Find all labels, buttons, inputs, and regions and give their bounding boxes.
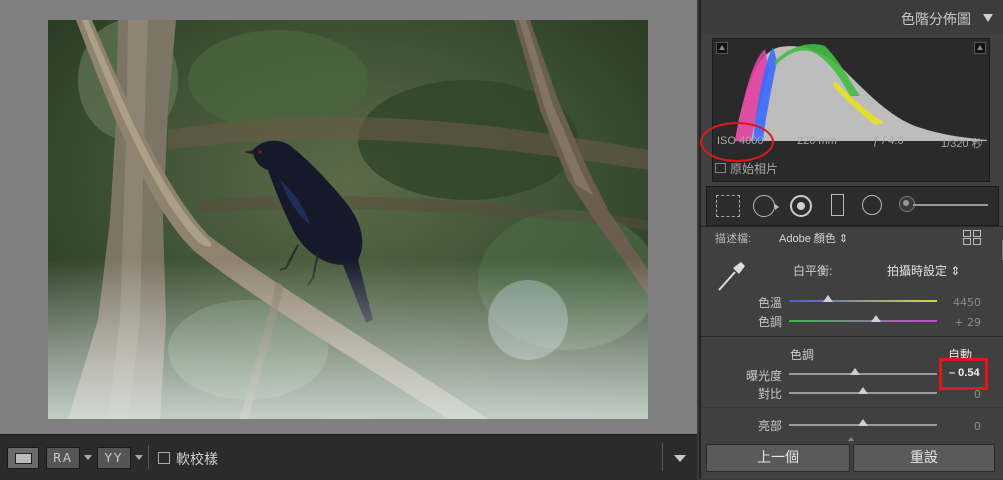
exposure-slider-thumb[interactable] [850, 368, 860, 375]
panel-divider [701, 226, 1003, 227]
panel-divider [701, 407, 1003, 408]
profile-label: 描述檔: [715, 233, 752, 245]
tint-slider-track[interactable] [789, 320, 937, 322]
loupe-view-button[interactable] [7, 447, 39, 469]
toolbar-separator [148, 445, 149, 469]
reset-button[interactable]: 重設 [853, 444, 995, 472]
spot-removal-arrow-icon [775, 204, 779, 210]
bird-photo[interactable] [48, 20, 648, 419]
shutter-readout: 1/320 秒 [941, 138, 983, 150]
exposure-label: 曝光度 [746, 369, 783, 383]
original-photo-checkbox[interactable] [715, 163, 726, 173]
exposure-value[interactable]: – 0.54 [949, 367, 980, 379]
profile-browser-grid-icon[interactable] [963, 230, 981, 245]
tone-label: 色調 [790, 348, 815, 362]
histogram[interactable]: ISO 4000 220 mm ƒ / 4.0 1/320 秒 原始相片 [700, 38, 990, 182]
white-balance-select[interactable]: 拍攝時設定 ⇕ [887, 262, 960, 279]
exposure-slider-track[interactable] [789, 373, 937, 375]
profile-select[interactable]: Adobe 顏色 ⇕ [779, 230, 848, 246]
photo-image [48, 20, 648, 419]
develop-panel: 色階分佈圖 ISO 4000 220 mm ƒ / 4.0 1/320 秒 原始… [699, 0, 1003, 479]
histogram-title: 色階分佈圖 [901, 11, 971, 27]
brush-size-slider[interactable] [913, 204, 988, 206]
highlights-label: 亮部 [758, 419, 783, 433]
yy-dropdown-icon[interactable] [135, 455, 143, 460]
crop-tool-icon[interactable] [716, 195, 740, 217]
before-after-dropdown-icon[interactable] [84, 455, 92, 460]
highlights-slider-thumb[interactable] [858, 419, 868, 426]
soft-proof-checkbox[interactable] [158, 452, 170, 464]
tool-strip [706, 186, 999, 226]
panel-bottom-handle-icon[interactable] [848, 437, 854, 441]
histogram-collapse-icon[interactable] [983, 14, 993, 22]
photo-viewer [0, 0, 697, 434]
temp-slider-track[interactable] [789, 300, 937, 302]
toolbar-separator-right [662, 443, 663, 471]
temp-label: 色溫 [758, 296, 783, 310]
histogram-header[interactable]: 色階分佈圖 [701, 0, 1003, 34]
white-balance-label: 白平衡: [793, 264, 833, 278]
highlights-value[interactable]: 0 [974, 420, 981, 433]
tint-slider-thumb[interactable] [871, 315, 881, 322]
spot-removal-tool-icon[interactable] [753, 195, 775, 217]
focal-length-readout: 220 mm [797, 135, 837, 147]
original-photo-label: 原始相片 [730, 162, 779, 176]
soft-proof-label: 軟校樣 [176, 451, 218, 467]
temp-value[interactable]: 4450 [953, 296, 981, 309]
panel-divider [701, 336, 1003, 337]
aperture-readout: ƒ / 4.0 [873, 135, 904, 147]
previous-button[interactable]: 上一個 [706, 444, 850, 472]
graduated-filter-tool-icon[interactable] [831, 194, 844, 216]
contrast-label: 對比 [758, 387, 783, 401]
red-eye-tool-icon[interactable] [790, 195, 812, 217]
before-after-yy-button[interactable]: YY [97, 447, 131, 469]
radial-filter-tool-icon[interactable] [862, 195, 882, 215]
tint-value[interactable]: + 29 [954, 316, 981, 329]
temp-slider-thumb[interactable] [823, 295, 833, 302]
before-after-button[interactable]: RA [46, 447, 80, 469]
tint-label: 色調 [758, 315, 783, 329]
toolbar-menu-chevron-icon[interactable] [674, 455, 686, 462]
contrast-slider-thumb[interactable] [858, 387, 868, 394]
iso-highlight-circle [700, 122, 774, 162]
loupe-icon [15, 453, 32, 464]
white-balance-eyedropper-icon[interactable] [715, 258, 749, 294]
bottom-toolbar: RA YY 軟校樣 [0, 434, 697, 480]
contrast-value[interactable]: 0 [974, 388, 981, 401]
